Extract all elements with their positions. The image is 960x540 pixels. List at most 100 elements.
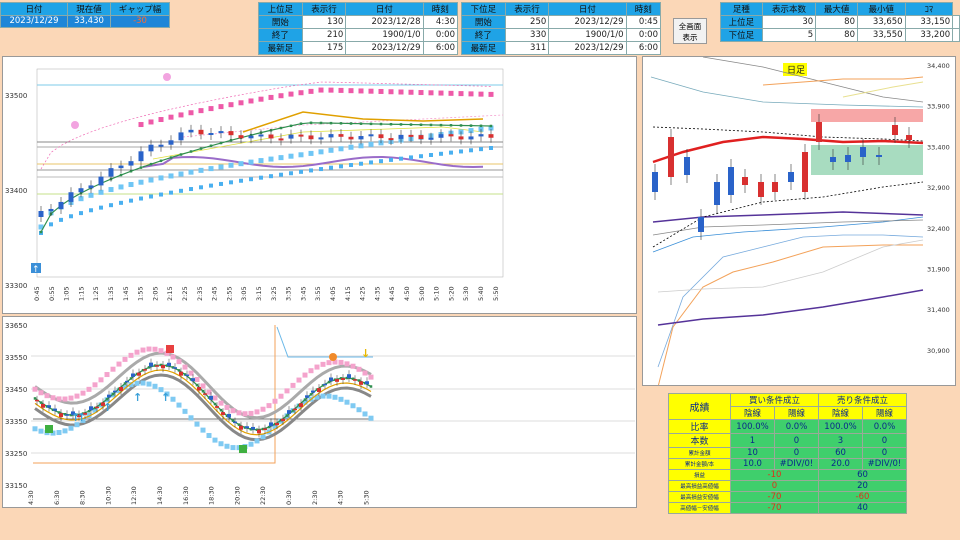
fullscreen-button[interactable]: 全画面 表示: [673, 18, 707, 44]
candle: [59, 413, 63, 418]
band-marker: [339, 122, 343, 125]
band-marker: [389, 157, 393, 162]
band-marker: [128, 352, 134, 358]
candle: [359, 381, 363, 385]
band-marker: [359, 122, 363, 125]
band-marker: [320, 393, 326, 399]
band-marker: [179, 188, 183, 193]
band-marker: [194, 421, 200, 427]
band-marker: [59, 217, 63, 222]
table-cell: 33,650: [856, 15, 906, 29]
x-axis-label: 4:30: [27, 490, 35, 505]
band-marker: [239, 178, 243, 183]
candle: [98, 176, 104, 186]
candle: [438, 134, 444, 138]
candle: [830, 157, 836, 162]
y-axis-label: 33350: [5, 418, 27, 426]
band-marker: [111, 392, 115, 396]
y-axis-label: 34,400: [927, 62, 950, 70]
band-marker: [368, 374, 374, 380]
candle: [197, 387, 201, 391]
x-axis-label: 10:30: [104, 486, 112, 505]
x-axis-label: 5:30: [362, 490, 370, 505]
candle: [38, 211, 44, 217]
lower-chart-panel: 33650 33550 33450 33350 33250 33150 4:30 6:30 8:…: [2, 316, 637, 508]
band-marker: [289, 124, 293, 128]
stats-row-label: 高値幅－安値幅: [668, 502, 731, 514]
band-marker: [369, 122, 373, 126]
y-axis-label: 33400: [5, 187, 27, 195]
candle: [318, 137, 324, 140]
band-marker: [296, 377, 302, 383]
up-arrow-icon: ↑: [103, 401, 112, 414]
band-marker: [249, 177, 253, 182]
table-header: 下位足: [461, 2, 506, 16]
stats-value: 1: [730, 433, 775, 448]
table-cell: 2023/12/28: [345, 15, 424, 29]
summary-gap: -30: [110, 15, 170, 28]
band-marker: [188, 415, 194, 421]
x-axis-label: 1:15: [77, 286, 85, 301]
candle: [143, 369, 147, 371]
band-marker: [468, 91, 474, 97]
x-axis-label: 1:05: [63, 286, 71, 301]
up-arrow-icon: ↑: [133, 391, 142, 404]
band-marker: [290, 382, 296, 388]
band-marker: [170, 396, 176, 402]
band-marker: [68, 425, 74, 431]
summary-header: ギャップ幅: [110, 2, 170, 16]
candle: [168, 140, 174, 145]
down-arrow-icon: ↓: [361, 347, 370, 360]
band-marker: [389, 122, 393, 126]
candle: [268, 134, 274, 139]
candle: [173, 367, 177, 369]
candle: [428, 137, 434, 140]
candle: [684, 157, 690, 175]
band-marker: [178, 171, 184, 177]
band-marker: [344, 361, 350, 367]
y-axis-label: 33,400: [927, 143, 950, 151]
band-marker: [149, 162, 153, 166]
table-header: 時刻: [625, 2, 662, 16]
candle: [488, 134, 494, 138]
band-marker: [388, 89, 394, 95]
table-cell: 2023/12/29: [548, 15, 627, 29]
band-marker: [195, 383, 199, 387]
y-axis-label: 31,400: [927, 306, 950, 314]
table-cell: 最新足: [258, 41, 303, 55]
candle: [278, 138, 284, 141]
candle: [188, 129, 194, 133]
x-axis-label: 0:30: [285, 490, 293, 505]
candle: [248, 135, 254, 139]
band-marker: [116, 361, 122, 367]
table-cell: 330: [504, 28, 550, 42]
band-marker: [369, 160, 373, 165]
table-header: 足種: [720, 2, 763, 16]
fullscreen-label: 全画面: [678, 22, 702, 31]
table-cell: 0:00: [422, 28, 459, 42]
band-marker: [350, 403, 356, 409]
candle: [48, 208, 54, 211]
band-marker: [320, 361, 326, 367]
table-cell: 開始: [258, 15, 303, 29]
plus-icon: [166, 345, 174, 353]
band-marker: [32, 426, 38, 432]
x-axis-label: 4:45: [388, 286, 396, 301]
band-marker: [231, 419, 235, 422]
table-cell: 80: [815, 28, 858, 42]
table-cell: 6:00: [422, 41, 459, 55]
band-marker: [449, 150, 453, 155]
band-marker: [198, 167, 204, 173]
band-marker: [259, 175, 263, 180]
band-marker: [189, 150, 193, 153]
x-axis-label: 2:55: [225, 286, 233, 301]
band-marker: [359, 161, 363, 166]
stats-subheader: 陰線: [730, 406, 775, 420]
band-marker: [212, 395, 218, 401]
stats-value: 100.0%: [818, 419, 863, 434]
band-marker: [219, 408, 223, 412]
table-cell: 250: [504, 15, 550, 29]
candle: [860, 147, 866, 157]
daily-chart-panel: 34,400 33,900 33,400 32,900 32,400 31,900 31,4…: [642, 56, 956, 396]
band-marker: [348, 88, 354, 94]
